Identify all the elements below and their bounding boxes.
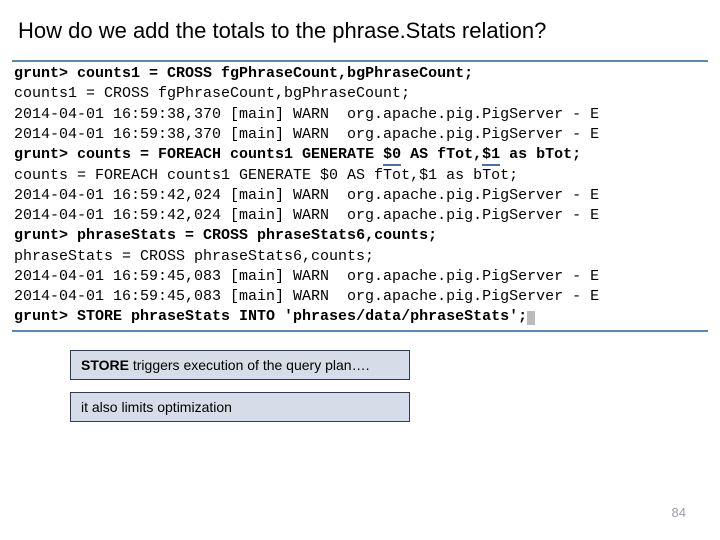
terminal-border: grunt> counts1 = CROSS fgPhraseCount,bgP…: [12, 60, 708, 332]
terminal-output: grunt> counts1 = CROSS fgPhraseCount,bgP…: [12, 62, 708, 330]
callout-store: STORE triggers execution of the query pl…: [70, 350, 410, 380]
callouts: STORE triggers execution of the query pl…: [70, 350, 708, 422]
callout-store-rest: triggers execution of the query plan….: [129, 357, 369, 373]
page-number: 84: [672, 505, 686, 520]
callout-store-word: STORE: [81, 357, 129, 373]
slide: How do we add the totals to the phrase.S…: [0, 0, 720, 540]
slide-title: How do we add the totals to the phrase.S…: [18, 18, 708, 44]
callout-limit: it also limits optimization: [70, 392, 410, 422]
